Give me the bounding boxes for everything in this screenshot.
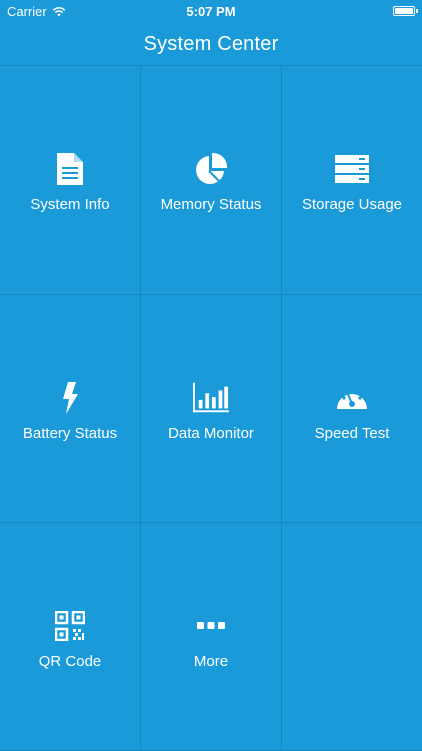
tile-battery-status[interactable]: Battery Status [0,295,141,523]
speedometer-icon [334,380,370,416]
bar-chart-icon [193,380,229,416]
tile-label: Speed Test [314,425,390,442]
tile-empty [282,523,422,751]
tile-storage-usage[interactable]: Storage Usage [282,66,422,295]
tile-more[interactable]: More [141,523,282,751]
battery-icon [393,6,415,16]
status-bar: Carrier 5:07 PM [0,0,422,22]
tile-system-info[interactable]: System Info [0,66,141,295]
tile-speed-test[interactable]: Speed Test [282,295,422,523]
menu-grid: System Info Memory Status Storage Usage [0,65,422,751]
battery-tip [416,9,418,13]
tile-label: QR Code [38,653,102,670]
storage-icon [334,151,370,187]
tile-data-monitor[interactable]: Data Monitor [141,295,282,523]
tile-label: Memory Status [160,196,262,213]
tile-memory-status[interactable]: Memory Status [141,66,282,295]
tile-label: Data Monitor [168,425,254,442]
tile-label: More [193,653,229,670]
more-dots-icon [193,608,229,644]
tile-label: System Info [30,196,110,213]
qr-code-icon [52,608,88,644]
status-time: 5:07 PM [186,4,236,19]
document-icon [52,151,88,187]
tile-label: Storage Usage [301,196,403,213]
lightning-icon [52,380,88,416]
tile-label: Battery Status [22,425,118,442]
pie-chart-icon [193,151,229,187]
tile-qr-code[interactable]: QR Code [0,523,141,751]
page-title: System Center [143,33,279,55]
